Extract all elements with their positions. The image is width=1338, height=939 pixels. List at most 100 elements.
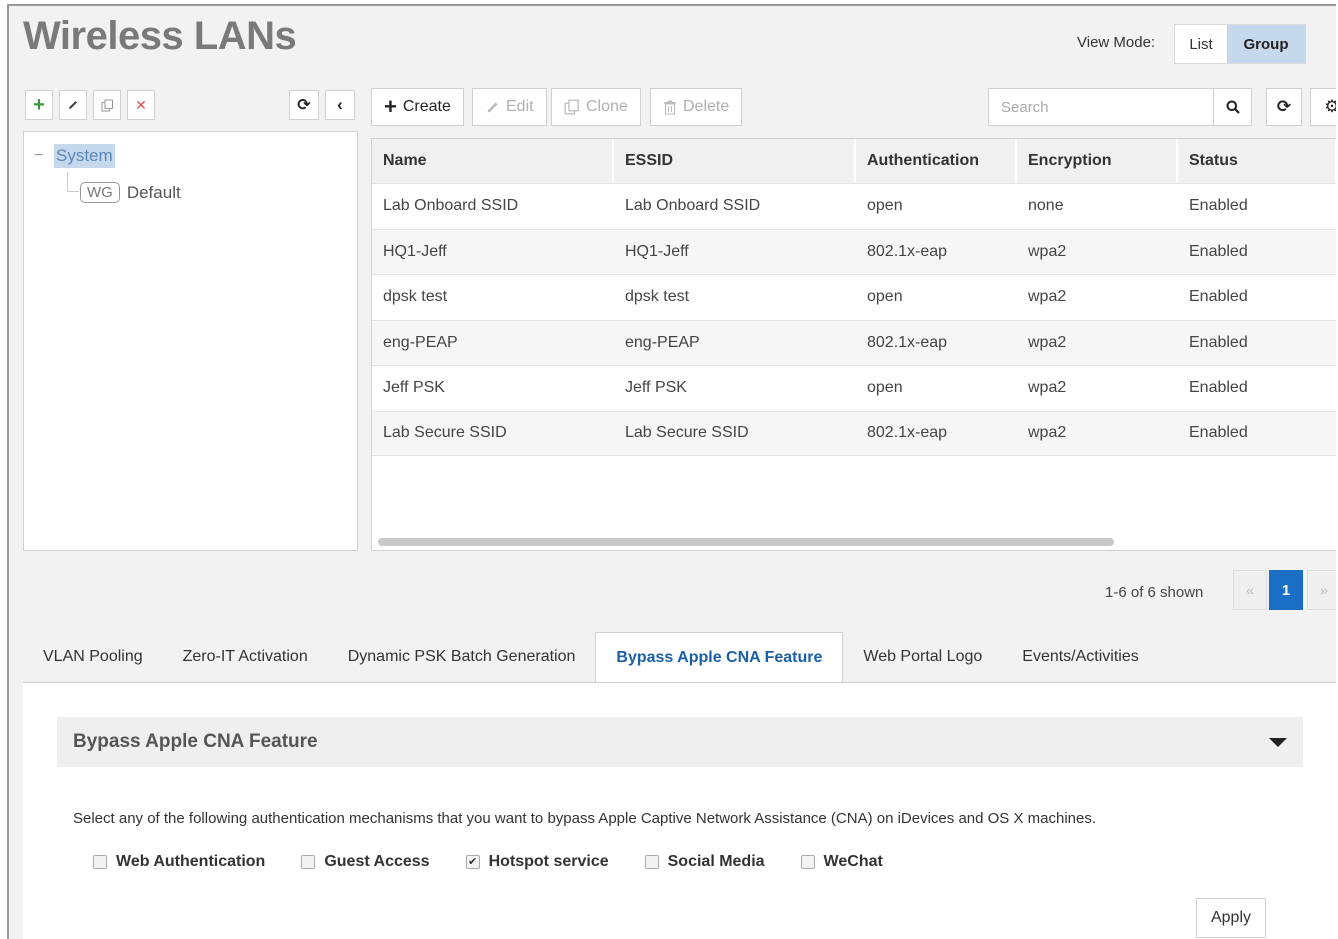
checkbox-web-authentication[interactable]: Web Authentication (93, 853, 265, 871)
table-row[interactable]: Jeff PSK Jeff PSK open wpa2 Enabled (372, 365, 1336, 411)
copy-icon (101, 99, 113, 111)
create-button[interactable]: + Create (371, 88, 464, 126)
apply-button[interactable]: Apply (1196, 898, 1266, 938)
horizontal-scrollbar[interactable] (378, 538, 1114, 546)
delete-group-button[interactable]: ✕ (127, 90, 155, 120)
refresh-table-button[interactable]: ⟳ (1266, 88, 1302, 126)
trash-icon (664, 100, 676, 114)
edit-group-button[interactable] (59, 90, 87, 120)
cell-name: Lab Secure SSID (383, 424, 507, 442)
wg-badge: WG (80, 182, 120, 203)
tree-node-label[interactable]: System (54, 144, 115, 168)
x-icon: ✕ (135, 96, 147, 113)
cell-name: eng-PEAP (383, 333, 458, 351)
column-header-status[interactable]: Status (1178, 139, 1336, 183)
column-header-encryption[interactable]: Encryption (1017, 139, 1178, 183)
pager-page-1[interactable]: 1 (1269, 570, 1303, 610)
tab-dynamic-psk-batch-generation[interactable]: Dynamic PSK Batch Generation (328, 632, 596, 682)
settings-button[interactable]: ⚙ (1310, 88, 1336, 126)
view-mode-group[interactable]: Group (1227, 25, 1305, 63)
tree-node-system[interactable]: − System (34, 144, 115, 168)
cell-essid: Lab Onboard SSID (625, 197, 761, 215)
delete-label: Delete (683, 98, 730, 115)
table-row[interactable]: HQ1-Jeff HQ1-Jeff 802.1x-eap wpa2 Enable… (372, 228, 1336, 274)
tab-events-activities[interactable]: Events/Activities (1002, 632, 1158, 682)
tab-web-portal-logo[interactable]: Web Portal Logo (843, 632, 1002, 682)
create-label: Create (402, 98, 451, 115)
pager-next-button[interactable]: » (1307, 570, 1336, 610)
cell-name: Lab Onboard SSID (383, 197, 519, 215)
tab-vlan-pooling[interactable]: VLAN Pooling (23, 632, 163, 682)
cell-encryption: wpa2 (1028, 379, 1067, 397)
checkbox-box[interactable] (644, 855, 659, 869)
pencil-icon (487, 102, 498, 112)
checkbox-box[interactable] (93, 855, 107, 869)
column-header-authentication[interactable]: Authentication (856, 139, 1017, 183)
cell-status: Enabled (1189, 333, 1248, 351)
caret-down-icon[interactable] (1269, 737, 1287, 747)
wlan-table: Name ESSID Authentication Encryption Sta… (371, 138, 1336, 551)
view-mode-list[interactable]: List (1175, 25, 1227, 63)
cell-authentication: open (867, 288, 903, 306)
view-mode-toggle: List Group (1174, 24, 1306, 64)
cell-encryption: none (1028, 197, 1064, 215)
tree-toggle[interactable]: − (34, 147, 46, 165)
pager-prev-button[interactable]: « (1233, 570, 1267, 610)
checkbox-social-media[interactable]: Social Media (644, 853, 765, 871)
cell-authentication: open (867, 379, 903, 397)
checkbox-guest-access[interactable]: Guest Access (301, 853, 430, 871)
add-group-button[interactable]: + (25, 90, 53, 120)
tree-connector (67, 172, 79, 192)
table-row[interactable]: eng-PEAP eng-PEAP 802.1x-eap wpa2 Enable… (372, 319, 1336, 365)
column-header-name[interactable]: Name (372, 139, 614, 183)
tab-zero-it-activation[interactable]: Zero-IT Activation (163, 632, 328, 682)
delete-button[interactable]: Delete (650, 88, 743, 126)
edit-button[interactable]: Edit (472, 88, 547, 126)
cell-essid: dpsk test (625, 288, 690, 306)
search-icon (1226, 100, 1240, 114)
feature-tabs: VLAN Pooling Zero-IT Activation Dynamic … (23, 632, 1159, 682)
search-button[interactable] (1214, 88, 1252, 126)
tree-node-default[interactable]: WG Default (80, 182, 181, 203)
cell-name: HQ1-Jeff (383, 242, 447, 260)
checkbox-label: Hotspot service (488, 853, 609, 870)
edit-label: Edit (506, 98, 534, 115)
refresh-tree-button[interactable]: ⟳ (289, 90, 319, 120)
cell-essid: Lab Secure SSID (625, 424, 749, 442)
cell-authentication: open (867, 197, 903, 215)
search-input[interactable] (988, 88, 1214, 126)
bypass-cna-panel: Bypass Apple CNA Feature Select any of t… (23, 682, 1336, 939)
checkbox-hotspot-service[interactable]: ✔ Hotspot service (465, 853, 609, 871)
tab-bypass-apple-cna-feature[interactable]: Bypass Apple CNA Feature (595, 632, 844, 682)
clone-button[interactable]: Clone (551, 88, 641, 126)
checkbox-box-checked[interactable]: ✔ (465, 855, 480, 869)
cell-status: Enabled (1189, 379, 1248, 397)
chevron-left-icon: ‹ (337, 95, 343, 114)
clone-group-button[interactable] (93, 90, 121, 120)
tree-node-label: Default (126, 182, 181, 202)
cell-encryption: wpa2 (1028, 288, 1067, 306)
checkbox-label: Web Authentication (116, 853, 266, 870)
cell-encryption: wpa2 (1028, 242, 1067, 260)
cell-name: dpsk test (383, 288, 448, 306)
checkbox-wechat[interactable]: WeChat (800, 853, 883, 871)
section-header[interactable]: Bypass Apple CNA Feature (57, 717, 1303, 767)
cell-essid: HQ1-Jeff (625, 242, 689, 260)
auth-mechanism-options: Web Authentication Guest Access ✔ Hotspo… (93, 853, 883, 871)
checkbox-box[interactable] (301, 855, 316, 869)
collapse-tree-button[interactable]: ‹ (325, 90, 355, 120)
table-row[interactable]: dpsk test dpsk test open wpa2 Enabled (372, 274, 1336, 320)
table-row[interactable]: Lab Secure SSID Lab Secure SSID 802.1x-e… (372, 410, 1336, 456)
column-header-essid[interactable]: ESSID (614, 139, 856, 183)
table-header: Name ESSID Authentication Encryption Sta… (372, 139, 1336, 183)
pencil-icon (69, 101, 77, 109)
page-title: Wireless LANs (23, 14, 297, 58)
cell-authentication: 802.1x-eap (867, 333, 948, 351)
checkbox-box[interactable] (800, 855, 815, 869)
cell-encryption: wpa2 (1028, 333, 1067, 351)
section-description: Select any of the following authenticati… (73, 810, 1097, 827)
pager-summary: 1-6 of 6 shown (1105, 584, 1204, 601)
table-row[interactable]: Lab Onboard SSID Lab Onboard SSID open n… (372, 183, 1336, 229)
plus-icon: + (33, 94, 45, 116)
cell-name: Jeff PSK (383, 379, 445, 397)
